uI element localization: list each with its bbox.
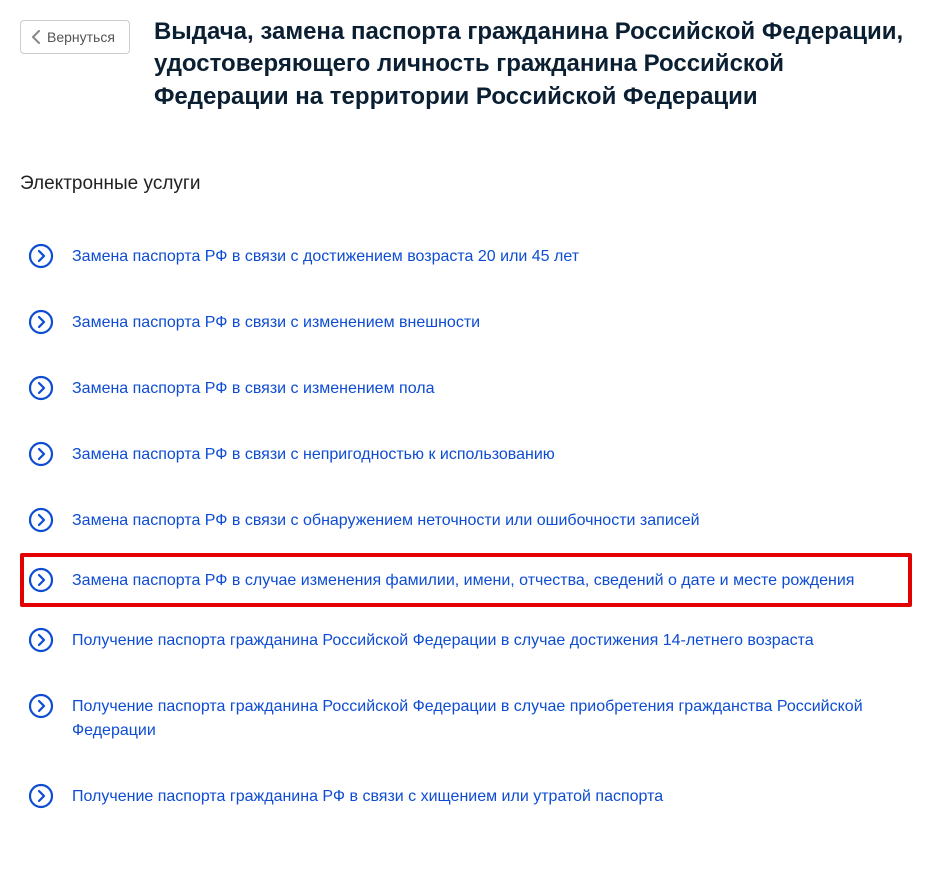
- service-item-label: Получение паспорта гражданина Российской…: [72, 627, 814, 653]
- page-title: Выдача, замена паспорта гражданина Росси…: [154, 16, 912, 113]
- section-heading: Электронные услуги: [20, 173, 912, 195]
- back-button-label: Вернуться: [47, 29, 115, 45]
- service-item[interactable]: Получение паспорта гражданина Российской…: [20, 607, 912, 673]
- service-item[interactable]: Получение паспорта гражданина РФ в связи…: [20, 763, 912, 829]
- service-item[interactable]: Замена паспорта РФ в связи с непригоднос…: [20, 421, 912, 487]
- service-item-label: Замена паспорта РФ в связи с изменением …: [72, 375, 434, 401]
- chevron-right-circle-icon: [28, 309, 54, 335]
- chevron-right-circle-icon: [28, 693, 54, 719]
- services-list: Замена паспорта РФ в связи с достижением…: [20, 223, 912, 829]
- service-item[interactable]: Замена паспорта РФ в связи с изменением …: [20, 355, 912, 421]
- service-item-label: Замена паспорта РФ в связи с непригоднос…: [72, 441, 555, 467]
- chevron-right-circle-icon: [28, 783, 54, 809]
- service-item-label: Замена паспорта РФ в случае изменения фа…: [72, 567, 854, 593]
- service-item-label: Получение паспорта гражданина Российской…: [72, 693, 904, 743]
- service-item-label: Замена паспорта РФ в связи с обнаружение…: [72, 507, 700, 533]
- chevron-right-circle-icon: [28, 627, 54, 653]
- chevron-right-circle-icon: [28, 567, 54, 593]
- service-item-label: Получение паспорта гражданина РФ в связи…: [72, 783, 663, 809]
- chevron-left-icon: [31, 30, 41, 44]
- back-button[interactable]: Вернуться: [20, 20, 130, 54]
- service-item[interactable]: Замена паспорта РФ в случае изменения фа…: [20, 553, 912, 607]
- chevron-right-circle-icon: [28, 441, 54, 467]
- service-item[interactable]: Получение паспорта гражданина Российской…: [20, 673, 912, 763]
- service-item-label: Замена паспорта РФ в связи с достижением…: [72, 243, 579, 269]
- chevron-right-circle-icon: [28, 243, 54, 269]
- chevron-right-circle-icon: [28, 507, 54, 533]
- service-item[interactable]: Замена паспорта РФ в связи с достижением…: [20, 223, 912, 289]
- header: Вернуться Выдача, замена паспорта гражда…: [20, 16, 912, 113]
- service-item[interactable]: Замена паспорта РФ в связи с изменением …: [20, 289, 912, 355]
- service-item[interactable]: Замена паспорта РФ в связи с обнаружение…: [20, 487, 912, 553]
- service-item-label: Замена паспорта РФ в связи с изменением …: [72, 309, 480, 335]
- chevron-right-circle-icon: [28, 375, 54, 401]
